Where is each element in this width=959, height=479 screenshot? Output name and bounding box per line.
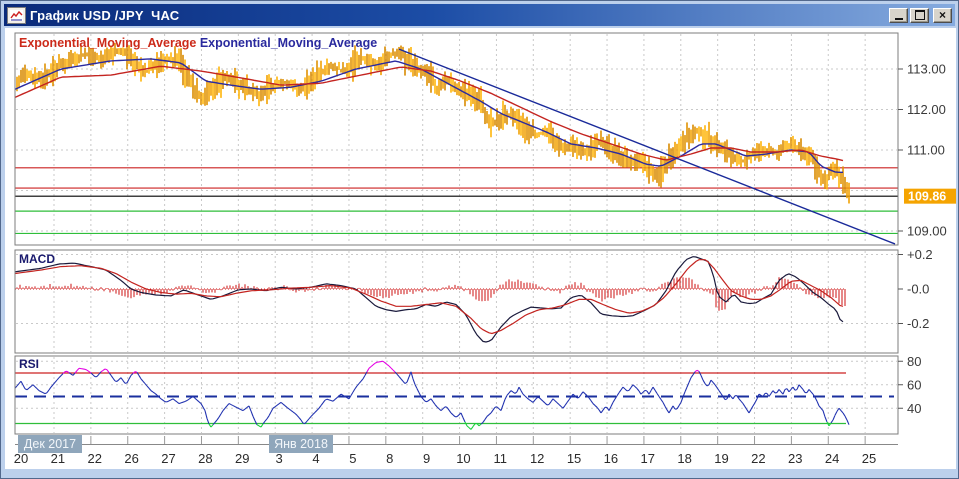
macd-axis-label: -0.0 xyxy=(907,282,929,297)
day-label: 11 xyxy=(494,451,508,466)
day-label: 22 xyxy=(88,451,102,466)
price-axis-label: 113.00 xyxy=(907,62,946,77)
close-icon: × xyxy=(939,9,946,21)
day-label: 27 xyxy=(161,451,175,466)
chart-area[interactable]: Exponential_Moving_Average Exponential_M… xyxy=(5,28,956,469)
day-label: 25 xyxy=(862,451,876,466)
minimize-icon xyxy=(895,18,903,20)
rsi-axis-label: 40 xyxy=(907,401,921,416)
day-label: 24 xyxy=(825,451,839,466)
day-label: 5 xyxy=(349,451,356,466)
macd-axis-label: -0.2 xyxy=(907,316,929,331)
chart-canvas[interactable]: Exponential_Moving_Average Exponential_M… xyxy=(5,28,956,469)
minimize-button[interactable] xyxy=(889,8,908,23)
day-label: 16 xyxy=(604,451,618,466)
price-axis-label: 112.00 xyxy=(907,102,946,117)
rsi-panel[interactable] xyxy=(15,356,898,434)
maximize-button[interactable] xyxy=(910,8,929,23)
day-label: 10 xyxy=(456,451,470,466)
macd-panel[interactable] xyxy=(15,250,898,353)
window-title: График USD /JPY ЧАС xyxy=(30,8,889,23)
price-axis-label: 109.00 xyxy=(907,224,947,239)
day-label: 4 xyxy=(312,451,319,466)
macd-axis-label: +0.2 xyxy=(907,247,933,262)
day-label: 23 xyxy=(788,451,802,466)
day-label: 17 xyxy=(641,451,655,466)
day-label: 26 xyxy=(124,451,138,466)
current-price-value: 109.86 xyxy=(908,190,946,204)
day-label: 20 xyxy=(14,451,28,466)
day-label: 3 xyxy=(275,451,282,466)
maximize-icon xyxy=(915,10,925,20)
day-label: 22 xyxy=(751,451,765,466)
day-label: 19 xyxy=(714,451,728,466)
day-label: 21 xyxy=(51,451,65,466)
main-price-panel[interactable] xyxy=(15,33,898,245)
rsi-axis-label: 80 xyxy=(907,354,921,369)
day-label: 28 xyxy=(198,451,212,466)
day-label: 9 xyxy=(423,451,430,466)
month-badge-label: Дек 2017 xyxy=(24,437,76,451)
day-label: 29 xyxy=(235,451,249,466)
day-label: 8 xyxy=(386,451,393,466)
day-label: 15 xyxy=(567,451,581,466)
rsi-axis-label: 60 xyxy=(907,377,921,392)
chart-icon xyxy=(7,7,26,24)
macd-label: MACD xyxy=(19,252,55,266)
price-axis-label: 111.00 xyxy=(907,143,945,158)
titlebar[interactable]: График USD /JPY ЧАС × xyxy=(4,4,955,26)
close-button[interactable]: × xyxy=(933,8,952,23)
rsi-label: RSI xyxy=(19,357,39,371)
chart-window: График USD /JPY ЧАС × Exponential_Moving… xyxy=(0,0,959,479)
ema-legend: Exponential_Moving_Average Exponential_M… xyxy=(19,36,377,50)
window-controls: × xyxy=(889,8,952,23)
day-label: 18 xyxy=(677,451,691,466)
day-label: 12 xyxy=(530,451,544,466)
month-badge-label: Янв 2018 xyxy=(274,437,328,451)
